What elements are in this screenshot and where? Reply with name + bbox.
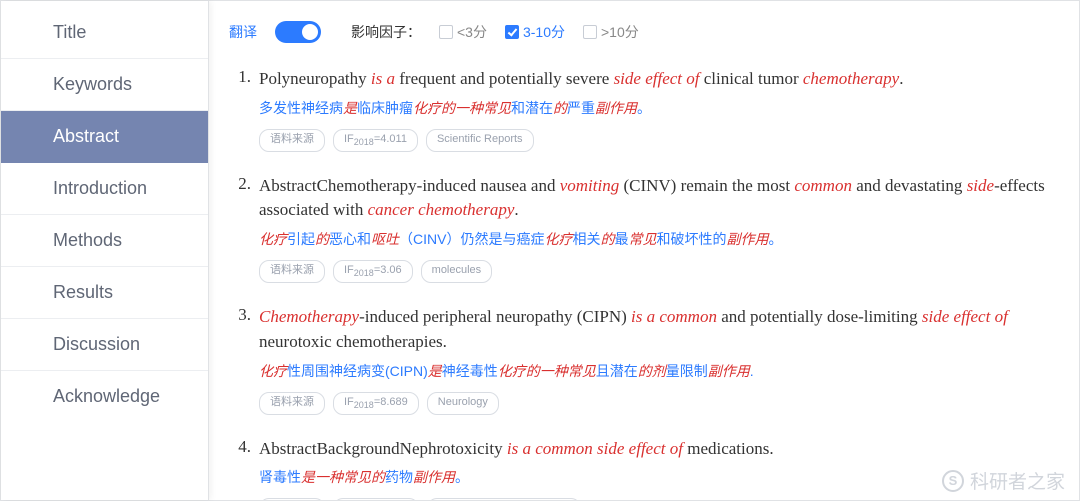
- item-number: 4.: [229, 437, 251, 500]
- item-tags: 语料来源 IF2018=4.011 Scientific Reports: [259, 129, 1053, 152]
- sidebar-item-introduction[interactable]: Introduction: [1, 163, 208, 215]
- sidebar-item-acknowledge[interactable]: Acknowledge: [1, 371, 208, 422]
- item-translation: 化疗性周围神经病变(CIPN)是神经毒性化疗的一种常见且潜在的剂量限制副作用.: [259, 361, 1053, 382]
- watermark: S 科研者之家: [942, 467, 1065, 494]
- translate-label: 翻译: [229, 22, 257, 42]
- item-number: 1.: [229, 67, 251, 152]
- item-english: Polyneuropathy is a frequent and potenti…: [259, 67, 1053, 92]
- item-tags: 语料来源 IF2018=3.06 molecules: [259, 260, 1053, 283]
- tag-journal[interactable]: molecules: [421, 260, 493, 283]
- item-english: Chemotherapy-induced peripheral neuropat…: [259, 305, 1053, 354]
- tag-source[interactable]: 语料来源: [259, 129, 325, 152]
- result-item: 1. Polyneuropathy is a frequent and poten…: [229, 67, 1053, 152]
- item-english: AbstractChemotherapy-induced nausea and …: [259, 174, 1053, 223]
- sidebar-item-abstract[interactable]: Abstract: [1, 111, 208, 163]
- tag-journal[interactable]: journal of ginseng research: [427, 498, 582, 500]
- filter-lt3[interactable]: <3分: [439, 22, 487, 42]
- filter-gt10[interactable]: >10分: [583, 22, 639, 42]
- tag-source[interactable]: 语料来源: [259, 498, 325, 500]
- watermark-icon: S: [942, 470, 964, 492]
- main-content: 翻译 影响因子： <3分 3-10分 >10分 1. Polyneuropathy…: [209, 1, 1079, 500]
- sidebar-item-methods[interactable]: Methods: [1, 215, 208, 267]
- item-translation: 化疗引起的恶心和呕吐（CINV）仍然是与癌症化疗相关的最常见和破坏性的副作用。: [259, 229, 1053, 250]
- tag-if[interactable]: IF2018=3.06: [333, 260, 413, 283]
- item-translation: 肾毒性是一种常见的药物副作用。: [259, 467, 1053, 488]
- tag-if[interactable]: IF2018=4.011: [333, 129, 418, 152]
- sidebar-item-discussion[interactable]: Discussion: [1, 319, 208, 371]
- filter-bar: 翻译 影响因子： <3分 3-10分 >10分: [229, 21, 1053, 43]
- result-item: 4. AbstractBackgroundNephrotoxicity is a …: [229, 437, 1053, 500]
- result-item: 3.Chemotherapy-induced peripheral neurop…: [229, 305, 1053, 414]
- filter-3to10[interactable]: 3-10分: [505, 22, 565, 42]
- if-label: 影响因子：: [351, 22, 421, 42]
- watermark-text: 科研者之家: [970, 467, 1065, 494]
- tag-if[interactable]: IF2018=8.689: [333, 392, 419, 415]
- sidebar-item-keywords[interactable]: Keywords: [1, 59, 208, 111]
- translate-toggle[interactable]: [275, 21, 321, 43]
- results-list: 1. Polyneuropathy is a frequent and poten…: [229, 67, 1053, 500]
- result-item: 2.AbstractChemotherapy-induced nausea an…: [229, 174, 1053, 283]
- item-english: AbstractBackgroundNephrotoxicity is a co…: [259, 437, 1053, 462]
- tag-journal[interactable]: Scientific Reports: [426, 129, 534, 152]
- item-number: 3.: [229, 305, 251, 414]
- item-number: 2.: [229, 174, 251, 283]
- sidebar-item-title[interactable]: Title: [1, 7, 208, 59]
- tag-source[interactable]: 语料来源: [259, 260, 325, 283]
- item-translation: 多发性神经病是临床肿瘤化疗的一种常见和潜在的严重副作用。: [259, 98, 1053, 119]
- item-tags: 语料来源 IF2018=8.689 Neurology: [259, 392, 1053, 415]
- tag-journal[interactable]: Neurology: [427, 392, 499, 415]
- item-tags: 语料来源 IF2018=4.029 journal of ginseng resea…: [259, 498, 1053, 500]
- tag-source[interactable]: 语料来源: [259, 392, 325, 415]
- tag-if[interactable]: IF2018=4.029: [333, 498, 419, 500]
- section-sidebar: Title Keywords Abstract Introduction Met…: [1, 1, 209, 500]
- sidebar-item-results[interactable]: Results: [1, 267, 208, 319]
